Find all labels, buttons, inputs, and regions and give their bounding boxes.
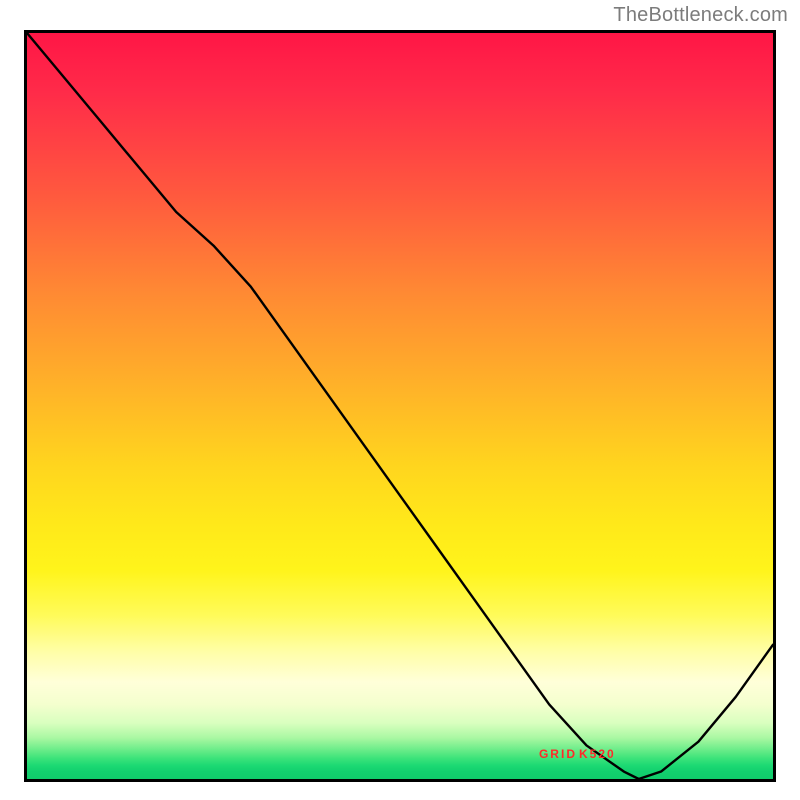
attribution-text: TheBottleneck.com — [613, 4, 788, 27]
series-label-char: R — [550, 748, 559, 760]
series-label-char: 2 — [598, 748, 605, 760]
series-label-char: I — [561, 748, 564, 760]
chart-plot-area: GRID K520 — [24, 30, 776, 782]
series-label-char: K — [579, 748, 588, 760]
bottleneck-curve — [27, 33, 773, 779]
series-label: GRID K520 — [539, 748, 614, 760]
series-label-char: 5 — [590, 748, 597, 760]
series-label-char: D — [566, 748, 575, 760]
series-label-char: 0 — [607, 748, 614, 760]
series-label-char: G — [539, 748, 548, 760]
